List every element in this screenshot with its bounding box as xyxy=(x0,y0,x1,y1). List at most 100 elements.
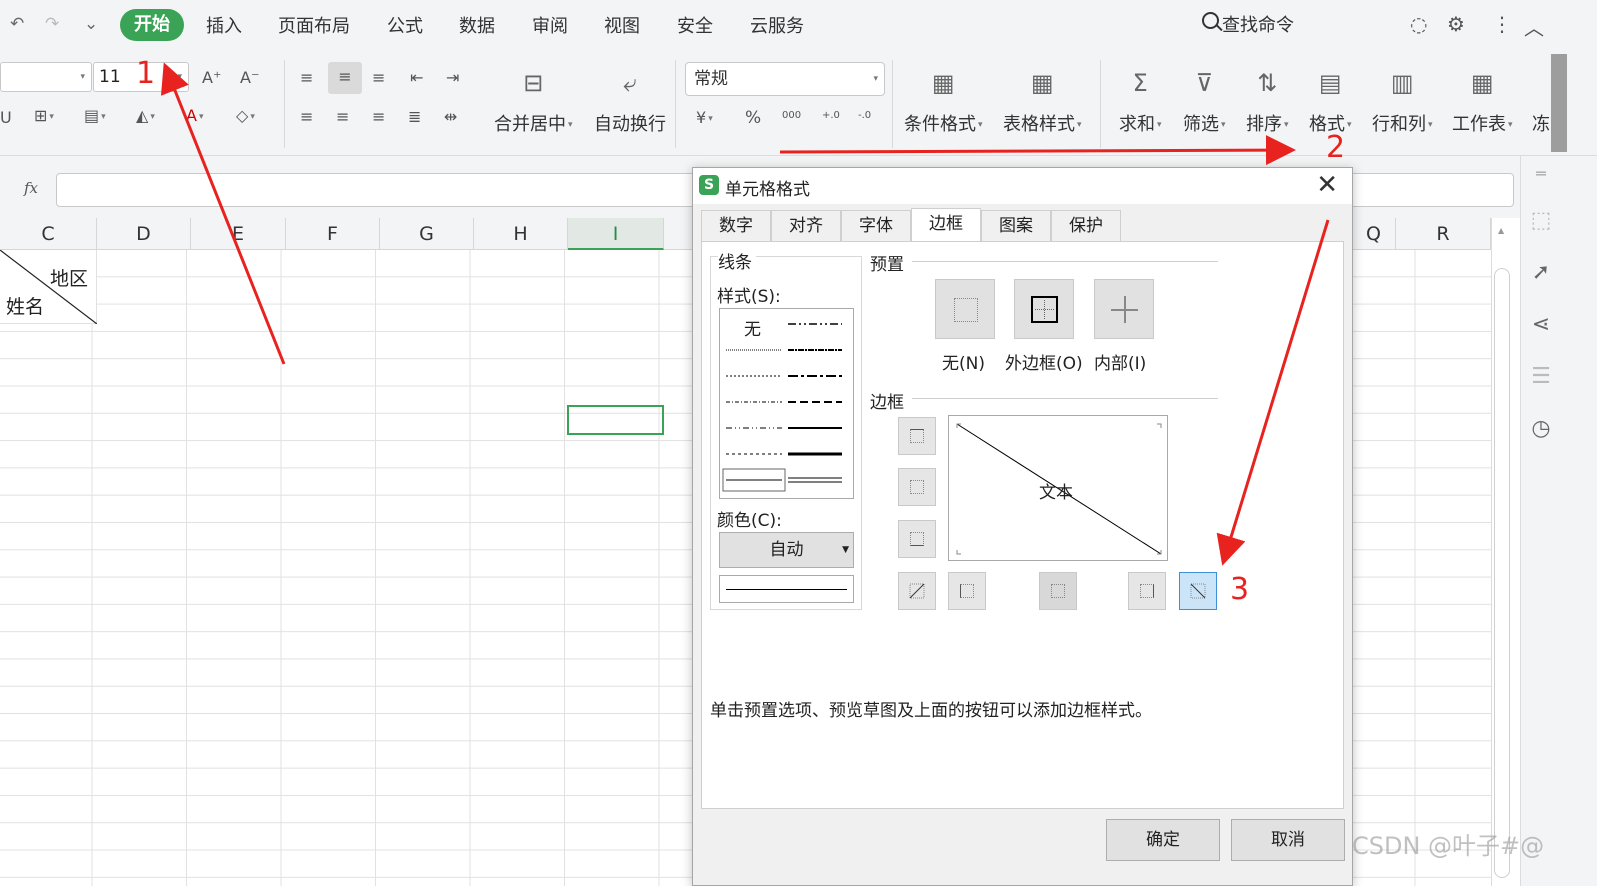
tab-formulas[interactable]: 公式 xyxy=(387,12,423,38)
column-header-h[interactable]: H xyxy=(474,218,568,250)
column-header-i[interactable]: I xyxy=(568,218,664,250)
increase-decimal-icon[interactable]: +.0 xyxy=(822,110,840,121)
font-color-icon[interactable]: A ▾ xyxy=(186,106,203,125)
border-middle-v-button[interactable] xyxy=(1039,572,1077,610)
percent-icon[interactable]: % xyxy=(745,108,761,128)
tab-home[interactable]: 开始 xyxy=(120,9,184,41)
align-center-icon[interactable]: ≡ xyxy=(336,107,349,126)
command-search[interactable]: 查找命令 xyxy=(1202,11,1294,37)
column-header-c[interactable]: C xyxy=(0,218,97,250)
settings-slider-icon[interactable]: ☰ xyxy=(1521,364,1561,389)
distribute-icon[interactable]: ⇹ xyxy=(444,107,457,126)
table-style-button[interactable]: ▦ 表格样式 ▾ xyxy=(1003,66,1082,136)
tab-number[interactable]: 数字 xyxy=(701,210,771,242)
tab-cloud-services[interactable]: 云服务 xyxy=(750,12,804,38)
fill-color-icon[interactable]: ◭ ▾ xyxy=(136,106,155,125)
history-icon[interactable]: ◷ xyxy=(1521,416,1561,441)
gear-icon[interactable]: ⚙ xyxy=(1447,12,1465,36)
currency-icon[interactable]: ¥ ▾ xyxy=(696,108,713,127)
thousands-icon[interactable]: 000 xyxy=(782,110,801,121)
line-style-list[interactable]: 无 xyxy=(719,308,854,499)
diagonal-down-button[interactable] xyxy=(1179,572,1217,610)
indent-increase-icon[interactable]: ⇥ xyxy=(446,68,459,87)
tab-font[interactable]: 字体 xyxy=(841,210,911,242)
tab-pattern[interactable]: 图案 xyxy=(981,210,1051,242)
borders-icon[interactable]: ⊞ ▾ xyxy=(34,106,54,125)
align-right-icon[interactable]: ≡ xyxy=(372,107,385,126)
tab-view[interactable]: 视图 xyxy=(604,12,640,38)
worksheet-button[interactable]: ▦ 工作表 ▾ xyxy=(1452,66,1513,136)
column-header-q[interactable]: Q xyxy=(1352,218,1396,250)
column-header-f[interactable]: F xyxy=(286,218,380,250)
tab-data[interactable]: 数据 xyxy=(459,12,495,38)
line-style-samples[interactable] xyxy=(720,309,855,500)
preset-outline-button[interactable] xyxy=(1014,279,1074,339)
tab-protection[interactable]: 保护 xyxy=(1051,210,1121,242)
close-icon[interactable]: ✕ xyxy=(1316,170,1338,200)
border-middle-h-button[interactable] xyxy=(898,468,936,506)
column-header-j[interactable] xyxy=(664,218,694,250)
more-vertical-icon[interactable]: ⋮ xyxy=(1492,12,1512,36)
diagonal-up-button[interactable] xyxy=(898,572,936,610)
decrease-decimal-icon[interactable]: -.0 xyxy=(858,110,871,121)
merge-center-button[interactable]: ⊟ 合并居中 ▾ xyxy=(494,66,573,136)
tab-alignment[interactable]: 对齐 xyxy=(771,210,841,242)
share-icon[interactable]: ⋖ xyxy=(1521,312,1561,337)
format-cells-dialog: S 单元格格式 ✕ 数字 对齐 字体 边框 图案 保护 线条 样式(S): 无 xyxy=(692,167,1353,886)
active-cell[interactable] xyxy=(567,405,664,435)
wrap-text-button[interactable]: ⤶ 自动换行 xyxy=(594,66,666,136)
select-icon[interactable]: ⬚ xyxy=(1521,208,1561,233)
rows-cols-button[interactable]: ▥ 行和列 ▾ xyxy=(1372,66,1433,136)
redo-icon[interactable]: ↷ xyxy=(45,14,59,34)
color-select[interactable]: 自动 ▼ xyxy=(719,532,854,568)
column-header-d[interactable]: D xyxy=(97,218,191,250)
cell-style-icon[interactable]: ▤ ▾ xyxy=(84,106,106,125)
tab-insert[interactable]: 插入 xyxy=(206,12,242,38)
ok-button[interactable]: 确定 xyxy=(1106,819,1220,861)
tab-review[interactable]: 审阅 xyxy=(532,12,568,38)
sort-button[interactable]: ⇅ 排序 ▾ xyxy=(1246,66,1289,136)
clear-icon[interactable]: ◇ ▾ xyxy=(236,106,255,125)
border-right-button[interactable] xyxy=(1128,572,1166,610)
preset-inside-button[interactable] xyxy=(1094,279,1154,339)
font-name-select[interactable]: ▾ xyxy=(0,62,92,92)
align-middle-icon[interactable]: ≡ xyxy=(328,62,362,94)
ribbon-scrollbar[interactable] xyxy=(1551,54,1567,152)
undo-icon[interactable]: ↶ xyxy=(10,14,24,34)
border-bottom-button[interactable] xyxy=(898,520,936,558)
scroll-thumb[interactable] xyxy=(1494,268,1510,878)
fx-icon[interactable]: fx xyxy=(24,179,38,197)
preset-none-button[interactable] xyxy=(935,279,995,339)
column-header-e[interactable]: E xyxy=(191,218,286,250)
tab-security[interactable]: 安全 xyxy=(677,12,713,38)
vertical-scrollbar[interactable]: ▲ xyxy=(1491,218,1513,886)
customize-quick-access-icon[interactable]: ⌄ xyxy=(84,14,98,34)
increase-font-icon[interactable]: A⁺ xyxy=(202,68,221,87)
tab-page-layout[interactable]: 页面布局 xyxy=(278,12,350,38)
filter-button[interactable]: ⊽ 筛选 ▾ xyxy=(1183,66,1226,136)
border-left-button[interactable] xyxy=(948,572,986,610)
tab-border[interactable]: 边框 xyxy=(911,208,981,242)
cursor-icon[interactable]: ➚ xyxy=(1521,260,1561,285)
cancel-button[interactable]: 取消 xyxy=(1231,819,1345,861)
chat-icon[interactable]: ◌ xyxy=(1410,12,1427,36)
decrease-font-icon[interactable]: A⁻ xyxy=(240,68,259,87)
border-preview[interactable]: 文本 xyxy=(948,415,1168,561)
collapse-ribbon-icon[interactable]: ︿ xyxy=(1524,12,1544,41)
format-button[interactable]: ▤ 格式 ▾ xyxy=(1309,66,1352,136)
indent-decrease-icon[interactable]: ⇤ xyxy=(410,68,423,87)
menu-lines-icon[interactable]: ═ xyxy=(1521,164,1561,183)
align-top-icon[interactable]: ≡ xyxy=(300,68,313,87)
sum-button[interactable]: Σ 求和 ▾ xyxy=(1119,66,1162,136)
number-format-select[interactable]: 常规 ▾ xyxy=(685,62,885,96)
align-left-icon[interactable]: ≡ xyxy=(300,107,313,126)
border-top-button[interactable] xyxy=(898,417,936,455)
align-bottom-icon[interactable]: ≡ xyxy=(372,68,385,87)
scroll-up-icon[interactable]: ▲ xyxy=(1498,226,1504,235)
conditional-format-button[interactable]: ▦ 条件格式 ▾ xyxy=(904,66,983,136)
freeze-button[interactable]: 冻 xyxy=(1532,66,1550,136)
column-header-r[interactable]: R xyxy=(1396,218,1491,250)
justify-icon[interactable]: ≣ xyxy=(408,107,421,126)
underline-icon[interactable]: U xyxy=(0,108,12,127)
column-header-g[interactable]: G xyxy=(380,218,474,250)
